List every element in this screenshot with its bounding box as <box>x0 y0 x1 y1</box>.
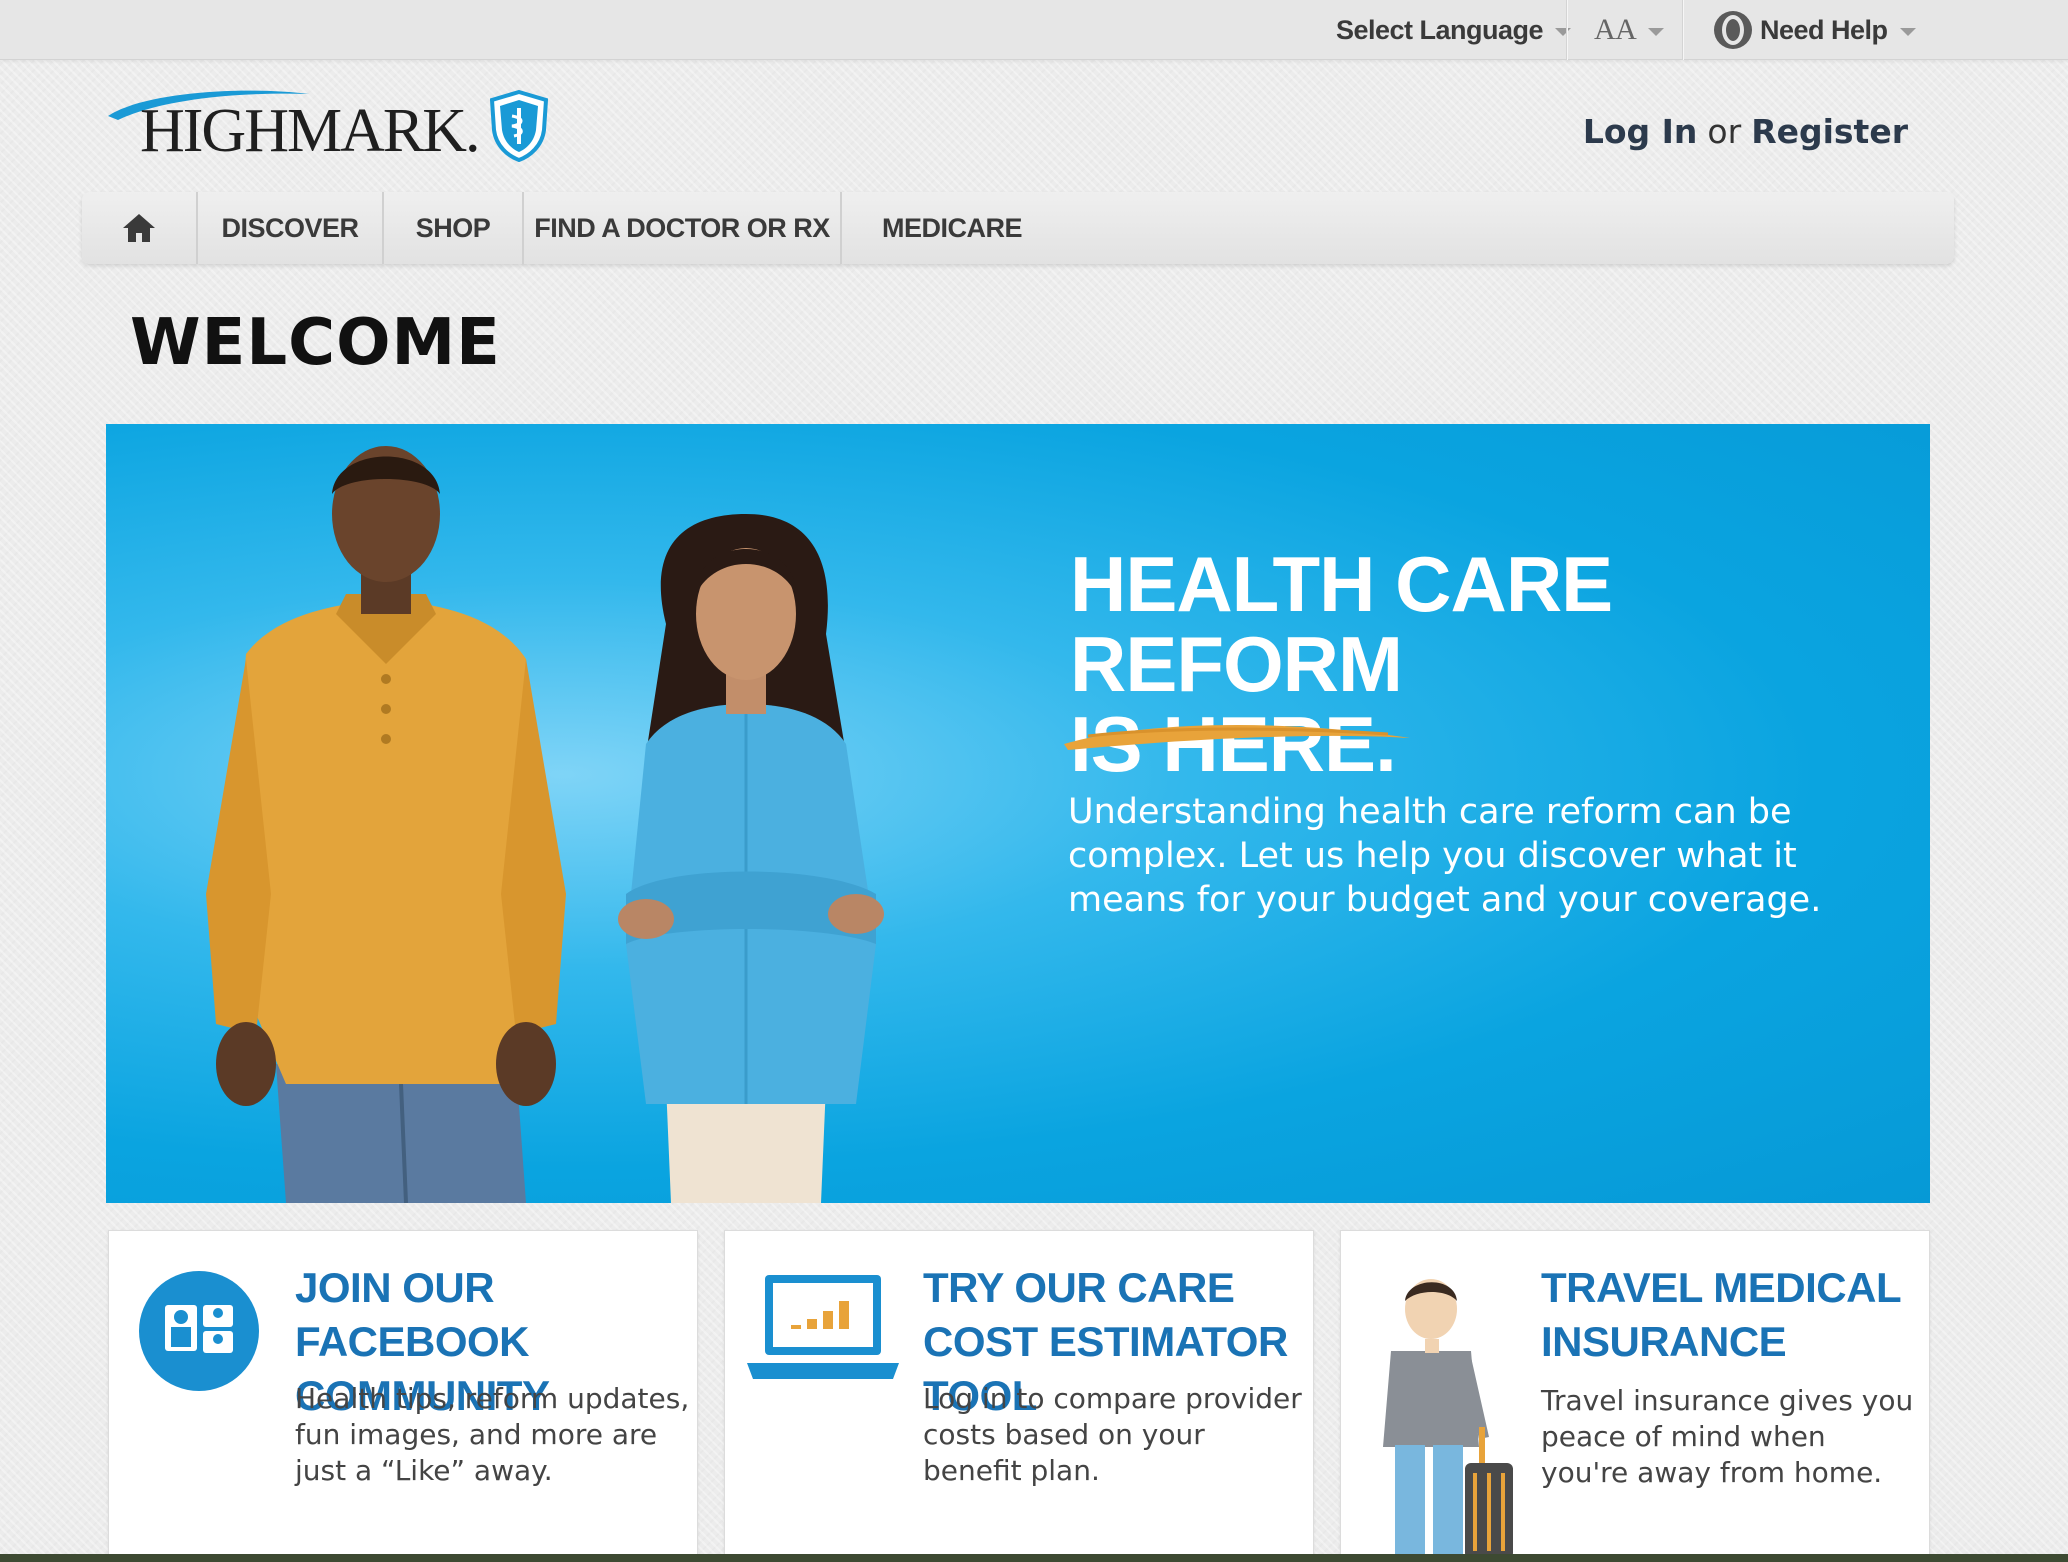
select-language-label: Select Language <box>1336 14 1544 45</box>
divider <box>1566 0 1568 60</box>
woman-figure <box>618 514 884 1203</box>
hero-banner[interactable]: HEALTH CARE REFORM IS HERE. Understandin… <box>106 424 1930 1203</box>
card-title: TRAVEL MEDICAL INSURANCE <box>1541 1264 1901 1365</box>
home-icon <box>123 214 155 242</box>
traveler-icon <box>1383 1279 1513 1559</box>
register-link[interactable]: Register <box>1751 112 1908 151</box>
card-text: Health tips, reform updates, fun images,… <box>295 1382 690 1487</box>
help-icon <box>1714 11 1752 49</box>
need-help-dropdown[interactable]: Need Help <box>1714 0 1916 60</box>
auth-links: Log In or Register <box>1583 112 1908 151</box>
hero-description: Understanding health care reform can be … <box>1068 792 1822 920</box>
main-nav: DISCOVER SHOP FIND A DOCTOR OR RX MEDICA… <box>82 192 1954 264</box>
hero-title-line-1: HEALTH CARE REFORM <box>1070 540 1613 708</box>
brush-stroke-decoration <box>1064 725 1410 750</box>
chevron-down-icon <box>1899 28 1916 36</box>
nav-medicare-label: MEDICARE <box>882 212 1023 243</box>
blue-shield-icon <box>490 90 548 162</box>
select-language-dropdown[interactable]: Select Language <box>1336 0 1572 60</box>
man-figure <box>206 446 566 1203</box>
login-link[interactable]: Log In <box>1583 112 1698 151</box>
page-title: WELCOME <box>130 306 501 380</box>
footer-background-strip <box>0 1554 2068 1562</box>
chevron-down-icon <box>1648 28 1665 36</box>
feature-card-travel-insurance[interactable]: TRAVEL MEDICAL INSURANCE Travel insuranc… <box>1340 1230 1930 1562</box>
card-text: Travel insurance gives you peace of mind… <box>1541 1384 1914 1489</box>
nav-find-doctor[interactable]: FIND A DOCTOR OR RX <box>524 192 842 264</box>
feature-card-facebook[interactable]: JOIN OUR FACEBOOK COMMUNITY Health tips,… <box>108 1230 698 1562</box>
divider <box>1682 0 1684 60</box>
nav-discover[interactable]: DISCOVER <box>198 192 384 264</box>
text-size-dropdown[interactable]: AA <box>1594 0 1665 60</box>
hero-people-image <box>206 446 884 1203</box>
or-text: or <box>1707 112 1742 151</box>
utility-bar: Select Language AA Need Help <box>0 0 2068 60</box>
nav-discover-label: DISCOVER <box>221 212 359 243</box>
logo-wordmark: HIGHMARK. <box>140 97 480 165</box>
need-help-label: Need Help <box>1760 14 1888 45</box>
laptop-chart-icon <box>747 1275 899 1379</box>
chevron-down-icon <box>1555 28 1572 36</box>
highmark-logo[interactable]: HIGHMARK. <box>104 86 564 172</box>
community-icon <box>139 1271 259 1391</box>
nav-home[interactable] <box>82 192 198 264</box>
feature-card-cost-estimator[interactable]: TRY OUR CARE COST ESTIMATOR TOOL Log in … <box>724 1230 1314 1562</box>
nav-medicare[interactable]: MEDICARE <box>842 192 1062 264</box>
nav-shop[interactable]: SHOP <box>384 192 524 264</box>
card-text: Log in to compare provider costs based o… <box>923 1382 1302 1487</box>
text-size-label: AA <box>1594 13 1637 46</box>
nav-find-doctor-label: FIND A DOCTOR OR RX <box>534 212 830 243</box>
nav-shop-label: SHOP <box>415 212 491 243</box>
